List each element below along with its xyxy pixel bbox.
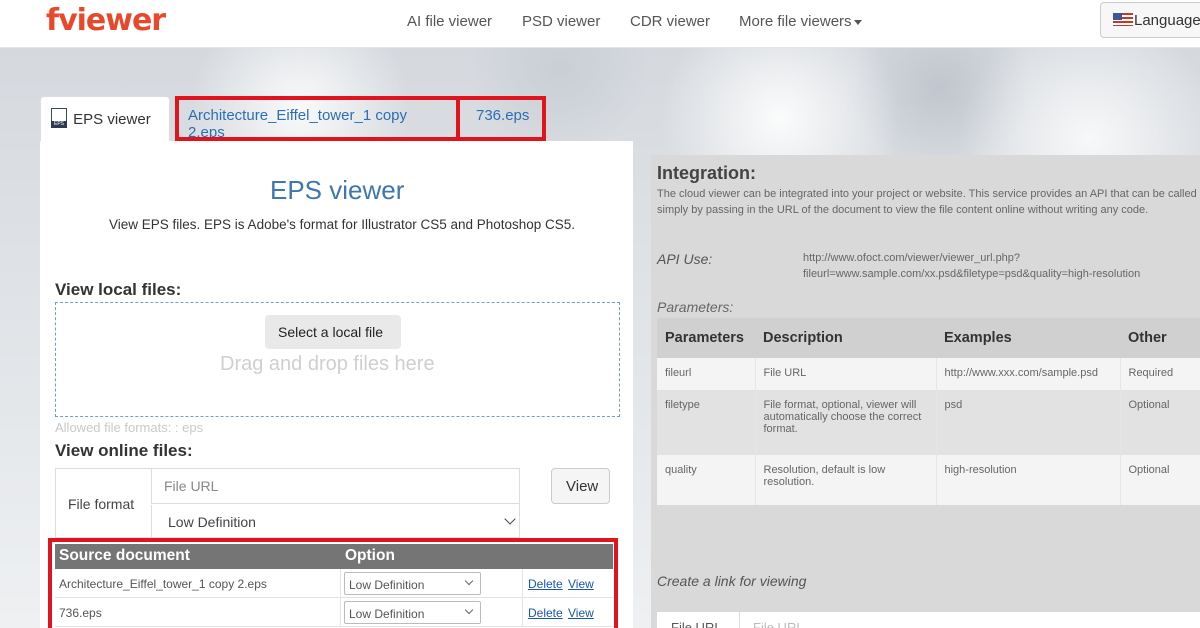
page-title: EPS viewer bbox=[270, 175, 405, 205]
nav-more-viewers[interactable]: More file viewers bbox=[739, 13, 862, 30]
allowed-formats: Allowed file formats: : eps bbox=[55, 420, 204, 435]
param-cell: psd bbox=[935, 390, 1120, 455]
param-col-header: Parameters bbox=[657, 318, 755, 358]
quality-select-value: Low Definition bbox=[168, 514, 256, 530]
file-url-input[interactable]: File URL bbox=[151, 469, 520, 504]
nav-cdr-viewer[interactable]: CDR viewer bbox=[630, 13, 710, 30]
param-cell: Optional bbox=[1119, 390, 1200, 455]
language-button[interactable]: Language bbox=[1100, 2, 1200, 38]
param-cell: filetype bbox=[657, 390, 755, 455]
caret-down-icon bbox=[853, 19, 862, 25]
local-files-heading: View local files: bbox=[55, 280, 182, 299]
param-cell: http://www.xxx.com/sample.psd bbox=[935, 358, 1120, 390]
param-cell: fileurl bbox=[657, 358, 755, 390]
top-nav: fviewer AI file viewer PSD viewer CDR vi… bbox=[0, 0, 1200, 48]
param-cell: high-resolution bbox=[935, 455, 1120, 505]
chevron-down-icon bbox=[504, 513, 516, 525]
param-cell: quality bbox=[657, 455, 755, 505]
param-col-header: Other bbox=[1120, 318, 1200, 358]
parameters-table: Parameters Description Examples Other fi… bbox=[657, 318, 1200, 505]
file-format-label: File format bbox=[68, 496, 135, 512]
integration-description: The cloud viewer can be integrated into … bbox=[657, 188, 1197, 216]
create-link-label: Create a link for viewing bbox=[657, 573, 807, 589]
link-url-label: File URL bbox=[671, 620, 722, 628]
param-cell: File format, optional, viewer will autom… bbox=[754, 390, 936, 455]
parameters-label: Parameters: bbox=[657, 299, 734, 315]
api-url-line-2: fileurl=www.sample.com/xx.psd&filetype=p… bbox=[803, 268, 1141, 280]
param-col-header: Description bbox=[755, 318, 936, 358]
nav-more-label: More file viewers bbox=[739, 13, 852, 30]
page-subtitle: View EPS files. EPS is Adobe's format fo… bbox=[109, 217, 576, 232]
param-cell: Resolution, default is low resolution. bbox=[754, 455, 936, 505]
api-url-example: http://www.ofoct.com/viewer/viewer_url.p… bbox=[803, 250, 1140, 282]
highlight-divider bbox=[456, 96, 460, 141]
link-url-input[interactable]: File URL bbox=[753, 620, 804, 628]
tab-eps-viewer[interactable]: EPS viewer bbox=[40, 96, 170, 142]
link-url-group: File URL File URL bbox=[657, 612, 1200, 628]
param-cell: File URL bbox=[754, 358, 936, 390]
api-url-line-1: http://www.ofoct.com/viewer/viewer_url.p… bbox=[803, 252, 1021, 264]
logo[interactable]: fviewer bbox=[46, 3, 166, 38]
param-cell: Optional bbox=[1119, 455, 1200, 505]
online-files-heading: View online files: bbox=[55, 441, 193, 460]
select-local-file-button[interactable]: Select a local file bbox=[265, 315, 401, 349]
view-button[interactable]: View bbox=[551, 468, 610, 504]
highlight-box-tabs bbox=[175, 96, 546, 141]
input-divider bbox=[739, 612, 740, 628]
integration-title: Integration: bbox=[657, 163, 756, 183]
table-row: quality Resolution, default is low resol… bbox=[657, 455, 1200, 505]
eps-file-icon bbox=[51, 108, 67, 128]
drag-drop-hint: Drag and drop files here bbox=[220, 353, 435, 375]
tab-eps-viewer-label: EPS viewer bbox=[73, 111, 151, 128]
language-label: Language bbox=[1134, 12, 1200, 29]
quality-select[interactable]: Low Definition bbox=[151, 505, 520, 538]
param-col-header: Examples bbox=[936, 318, 1120, 358]
param-cell: Required bbox=[1119, 358, 1200, 390]
table-row: filetype File format, optional, viewer w… bbox=[657, 390, 1200, 455]
nav-psd-viewer[interactable]: PSD viewer bbox=[522, 13, 600, 30]
table-row: fileurl File URL http://www.xxx.com/samp… bbox=[657, 358, 1200, 390]
nav-ai-viewer[interactable]: AI file viewer bbox=[407, 13, 492, 30]
us-flag-icon bbox=[1113, 13, 1133, 26]
api-use-label: API Use: bbox=[657, 251, 713, 267]
highlight-box-doc-table bbox=[48, 538, 618, 628]
